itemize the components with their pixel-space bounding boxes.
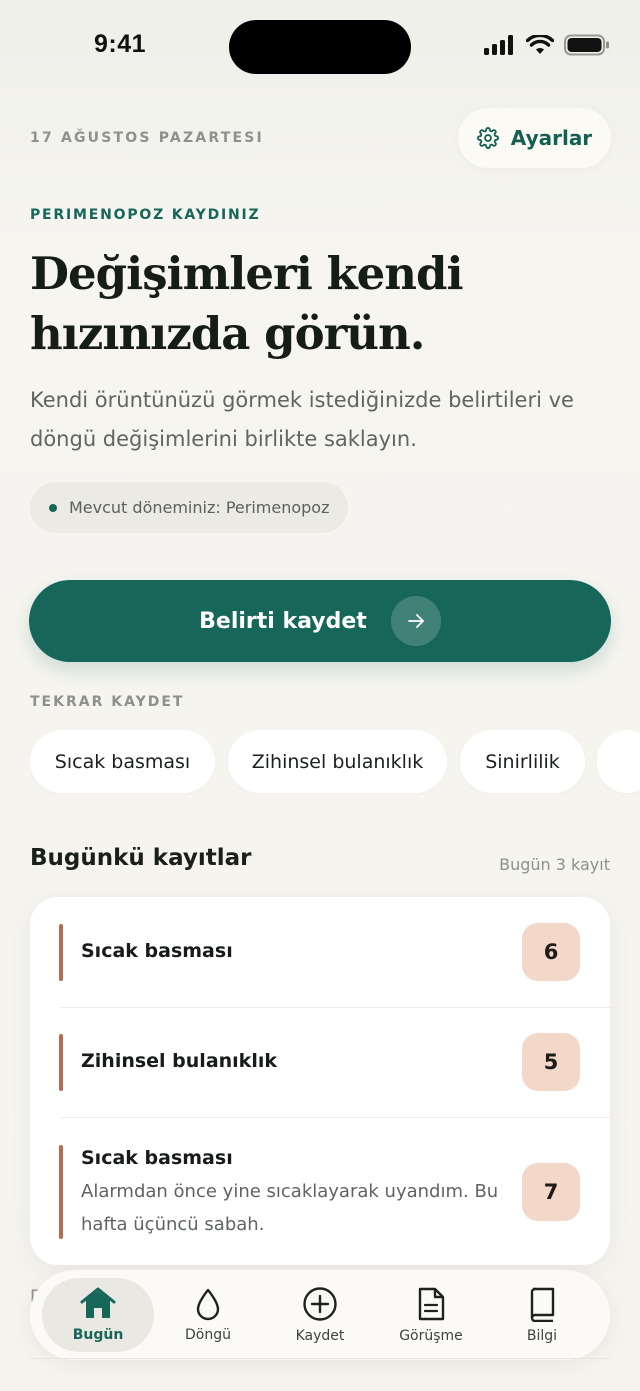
quick-chip-irritability[interactable]: Sinirlilik — [460, 730, 585, 793]
settings-label: Ayarlar — [510, 126, 593, 150]
status-bar: 9:41 — [0, 0, 640, 94]
today-entries-card: Sıcak basması 6 Zihinsel bulanıklık 5 Sı… — [30, 897, 610, 1265]
log-entry[interactable]: Sıcak basması 6 — [30, 897, 610, 1007]
entry-severity-badge: 7 — [522, 1163, 580, 1221]
quick-chip-more[interactable] — [597, 730, 640, 793]
quick-chip-brain-fog[interactable]: Zihinsel bulanıklık — [228, 730, 447, 793]
battery-icon — [564, 34, 609, 56]
settings-button[interactable]: Ayarlar — [458, 108, 611, 168]
log-symptom-button[interactable]: Belirti kaydet — [29, 580, 611, 662]
tab-label: Döngü — [185, 1327, 231, 1343]
tab-label: Kaydet — [295, 1328, 345, 1344]
cellular-signal-icon — [484, 35, 513, 55]
drop-icon — [196, 1288, 220, 1321]
entry-title: Zihinsel bulanıklık — [81, 1050, 277, 1072]
home-icon — [80, 1287, 116, 1318]
date-label: 17 AĞUSTOS PAZARTESI — [30, 130, 264, 146]
hero-eyebrow: PERIMENOPOZ KAYDINIZ — [30, 207, 261, 223]
entry-severity-badge: 6 — [522, 923, 580, 981]
quick-chip-hot-flash[interactable]: Sıcak basması — [30, 730, 215, 793]
plus-circle-icon — [303, 1287, 337, 1321]
quick-log-chips: Sıcak basması Zihinsel bulanıklık Sinirl… — [30, 730, 640, 794]
hero-title-line1: Değişimleri kendi — [30, 247, 464, 300]
gear-icon — [476, 127, 499, 149]
hero-title-line2: hızınızda görün. — [30, 307, 425, 360]
bottom-tab-bar: Bugün Döngü Kaydet Görüşme Bilgi — [30, 1270, 610, 1360]
status-time: 9:41 — [94, 30, 147, 58]
today-section-title: Bugünkü kayıtlar — [30, 845, 252, 871]
entry-accent-bar — [59, 1145, 63, 1239]
tab-log[interactable]: Kaydet — [264, 1278, 376, 1352]
phase-dot-icon — [49, 503, 57, 512]
tab-info[interactable]: Bilgi — [486, 1278, 598, 1352]
hero-subtext: Kendi örüntünüzü görmek istediğinizde be… — [30, 388, 574, 451]
tab-cycle[interactable]: Döngü — [152, 1278, 264, 1352]
log-entry[interactable]: Sıcak basması Alarmdan önce yine sıcakla… — [30, 1118, 610, 1265]
tab-appointment[interactable]: Görüşme — [375, 1278, 487, 1352]
tab-today[interactable]: Bugün — [42, 1278, 154, 1352]
arrow-right-icon — [390, 596, 441, 646]
document-icon — [418, 1287, 445, 1321]
entry-title: Sıcak basması — [81, 1147, 233, 1169]
book-icon — [530, 1287, 555, 1322]
dynamic-island — [229, 20, 411, 74]
bottom-edge-line — [30, 1358, 610, 1359]
log-symptom-label: Belirti kaydet — [199, 608, 367, 634]
tab-label: Bugün — [72, 1327, 124, 1343]
wifi-icon — [526, 35, 554, 54]
entry-accent-bar — [59, 924, 63, 981]
entry-accent-bar — [59, 1034, 63, 1091]
entry-note: Alarmdan önce yine sıcaklayarak uyandım.… — [81, 1181, 499, 1235]
status-icons — [484, 34, 610, 56]
tab-label: Bilgi — [526, 1328, 558, 1344]
log-entry[interactable]: Zihinsel bulanıklık 5 — [30, 1008, 610, 1118]
phase-chip: Mevcut döneminiz: Perimenopoz — [30, 482, 349, 533]
entry-title: Sıcak basması — [81, 940, 233, 962]
entry-severity-badge: 5 — [522, 1033, 580, 1091]
hero-title: Değişimleri kendi hızınızda görün. — [30, 244, 590, 364]
quick-log-label: TEKRAR KAYDET — [30, 694, 185, 710]
tab-label: Görüşme — [399, 1328, 463, 1344]
phase-chip-label: Mevcut döneminiz: Perimenopoz — [69, 498, 330, 517]
today-entry-count: Bugün 3 kayıt — [499, 855, 610, 874]
